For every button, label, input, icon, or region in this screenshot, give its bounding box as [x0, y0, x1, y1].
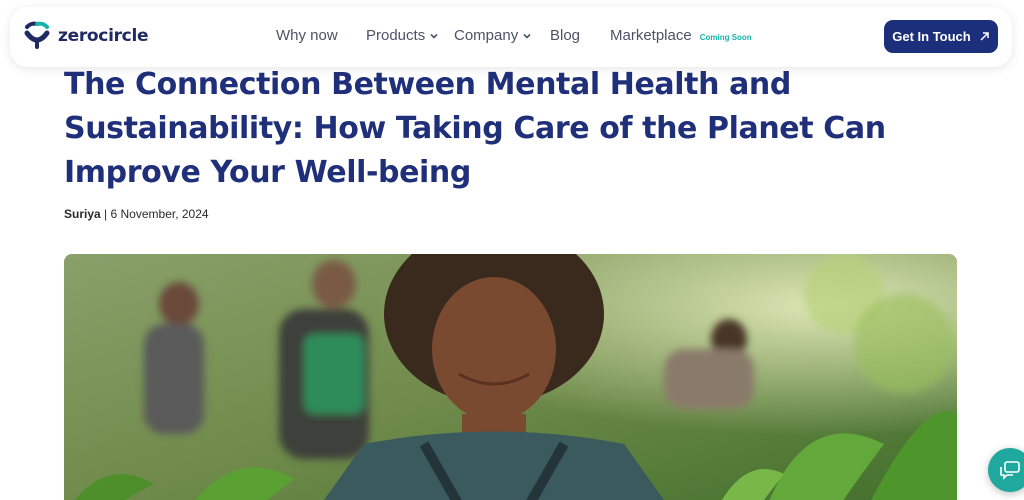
article-date: 6 November, 2024 [110, 207, 209, 221]
nav-why-now-label: Why now [276, 27, 338, 44]
arrow-up-right-icon [980, 32, 989, 41]
chat-bubble-icon [1000, 461, 1020, 480]
nav-blog[interactable]: Blog [550, 27, 580, 44]
nav-why-now[interactable]: Why now [276, 27, 338, 44]
brand-name: zerocircle [58, 26, 149, 46]
chevron-down-icon [430, 33, 438, 39]
brand-logo[interactable]: zerocircle [24, 21, 149, 51]
chevron-down-icon [523, 33, 531, 39]
article-byline: Suriya | 6 November, 2024 [64, 207, 209, 221]
coming-soon-badge: Coming Soon [699, 33, 752, 42]
chat-button[interactable] [988, 448, 1024, 492]
byline-separator: | [104, 207, 108, 221]
nav-products-label: Products [366, 27, 426, 44]
article-title: The Connection Between Mental Health and… [64, 67, 886, 190]
nav-company[interactable]: Company [454, 27, 532, 44]
get-in-touch-label: Get In Touch [892, 29, 971, 44]
nav-products[interactable]: Products [366, 27, 439, 44]
nav-marketplace-label: Marketplace [610, 27, 692, 44]
nav-marketplace[interactable]: Marketplace Coming Soon [610, 27, 752, 44]
hero-image [64, 254, 957, 500]
article-author[interactable]: Suriya [64, 207, 101, 221]
get-in-touch-button[interactable]: Get In Touch [884, 20, 998, 53]
nav-company-label: Company [454, 27, 519, 44]
zerocircle-logo-icon [24, 21, 50, 49]
garden-photo [64, 254, 957, 500]
top-navbar: zerocircle Why now Products Company Blog… [10, 7, 1012, 67]
nav-blog-label: Blog [550, 27, 581, 44]
